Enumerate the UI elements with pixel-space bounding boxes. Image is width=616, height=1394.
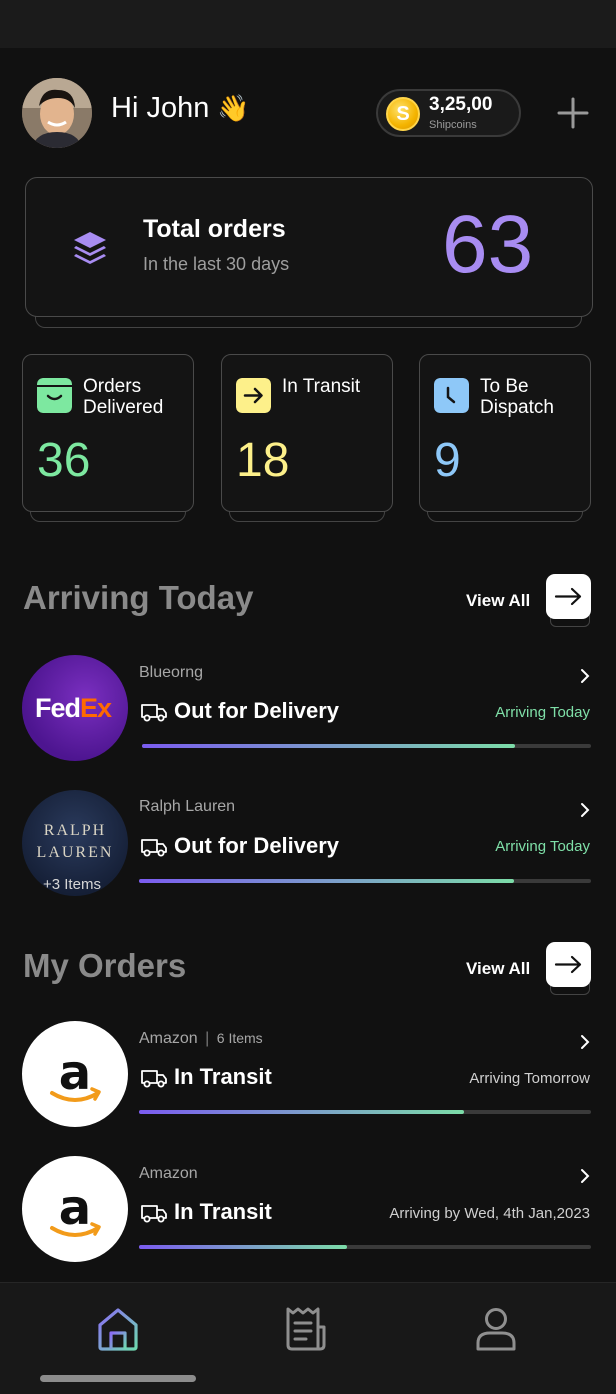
chevron-right-icon[interactable]	[578, 667, 592, 685]
user-icon[interactable]	[474, 1305, 518, 1353]
delivery-progress-fill	[142, 744, 515, 748]
stat-value: 9	[434, 434, 461, 487]
layers-icon	[74, 232, 106, 264]
stat-value: 18	[236, 434, 290, 487]
fedex-logo[interactable]: FedEx	[22, 655, 128, 761]
order-eta: Arriving by Wed, 4th Jan,2023	[389, 1205, 590, 1222]
delivery-progress-track	[139, 879, 591, 883]
receipt-icon[interactable]	[284, 1305, 328, 1353]
amazon-logo[interactable]: a	[22, 1156, 128, 1262]
chevron-right-icon[interactable]	[578, 1167, 592, 1185]
stat-card-in-transit[interactable]: In Transit 18	[221, 354, 393, 512]
amazon-logo-mark: a	[50, 1180, 101, 1237]
order-status: Out for Delivery	[174, 698, 340, 723]
status-bar	[0, 0, 616, 48]
order-brand: Ralph Lauren	[139, 798, 236, 815]
stat-card-delivered[interactable]: Orders Delivered 36	[22, 354, 194, 512]
amazon-logo-mark: a	[50, 1045, 101, 1102]
stat-card-to-dispatch[interactable]: To Be Dispatch 9	[419, 354, 591, 512]
fedex-logo-text-fed: Fed	[35, 693, 81, 723]
order-status: In Transit	[174, 1064, 272, 1089]
total-orders-count: 63	[442, 199, 534, 290]
chevron-right-icon[interactable]	[578, 1033, 592, 1051]
svg-text:a: a	[59, 1045, 91, 1101]
order-brand: Blueorng	[139, 664, 204, 681]
delivery-progress-track	[139, 1110, 591, 1114]
stat-value: 36	[37, 434, 91, 487]
order-brand: Amazon	[139, 1165, 198, 1182]
total-orders-card[interactable]: Total orders In the last 30 days 63	[25, 177, 593, 317]
order-status: In Transit	[174, 1199, 272, 1224]
order-items-count: 6 Items	[216, 1030, 263, 1046]
order-brand-line: Amazon | 6 Items	[139, 1030, 263, 1048]
order-eta: Arriving Today	[495, 838, 590, 855]
truck-icon	[141, 704, 167, 722]
items-count-caption: +3 Items	[43, 876, 101, 893]
coin-icon: S	[386, 97, 420, 131]
ralph-logo-line2: LAUREN	[36, 844, 114, 861]
order-brand: Amazon	[139, 1030, 198, 1047]
stat-label: Orders Delivered	[83, 376, 164, 418]
arriving-view-all-link[interactable]: View All	[466, 591, 530, 611]
orders-view-all-button[interactable]	[546, 942, 591, 987]
coins-label: Shipcoins	[429, 119, 477, 131]
avatar[interactable]	[22, 78, 92, 148]
fedex-logo-text-ex: Ex	[80, 693, 112, 723]
arrow-right-icon	[554, 955, 582, 974]
greeting-text: Hi John	[111, 92, 210, 124]
delivery-progress-track	[142, 744, 591, 748]
ralph-logo-line1: RALPH	[43, 822, 107, 839]
total-orders-subtitle: In the last 30 days	[143, 254, 290, 274]
arrow-right-icon	[236, 378, 271, 413]
plus-icon[interactable]	[556, 96, 590, 130]
order-eta: Arriving Tomorrow	[469, 1070, 590, 1087]
total-orders-title: Total orders	[143, 215, 286, 243]
brand-separator: |	[205, 1030, 210, 1047]
orders-view-all-link[interactable]: View All	[466, 959, 530, 979]
chevron-right-icon[interactable]	[578, 801, 592, 819]
bottom-nav	[0, 1282, 616, 1394]
svg-text:a: a	[59, 1180, 91, 1236]
stat-label: In Transit	[282, 376, 361, 397]
delivery-progress-fill	[139, 1245, 347, 1249]
my-orders-title: My Orders	[23, 947, 187, 984]
clock-icon	[434, 378, 469, 413]
arriving-today-title: Arriving Today	[23, 579, 254, 616]
amazon-logo[interactable]: a	[22, 1021, 128, 1127]
wave-emoji: 👋	[217, 93, 250, 123]
greeting: Hi John 👋	[111, 92, 250, 125]
order-eta: Arriving Today	[495, 704, 590, 721]
delivery-progress-fill	[139, 879, 515, 883]
stat-label: To Be Dispatch	[480, 376, 554, 418]
home-indicator	[40, 1375, 196, 1382]
shipcoins-pill[interactable]: S 3,25,00 Shipcoins	[376, 89, 521, 137]
truck-icon	[141, 1070, 167, 1088]
delivery-progress-track	[139, 1245, 591, 1249]
delivery-progress-fill	[139, 1110, 465, 1114]
truck-icon	[141, 839, 167, 857]
box-smile-icon	[37, 378, 72, 413]
arrow-right-icon	[554, 587, 582, 606]
arriving-view-all-button[interactable]	[546, 574, 591, 619]
home-icon[interactable]	[96, 1305, 140, 1353]
order-status: Out for Delivery	[174, 833, 340, 858]
truck-icon	[141, 1205, 167, 1223]
coins-value: 3,25,00	[429, 94, 493, 115]
